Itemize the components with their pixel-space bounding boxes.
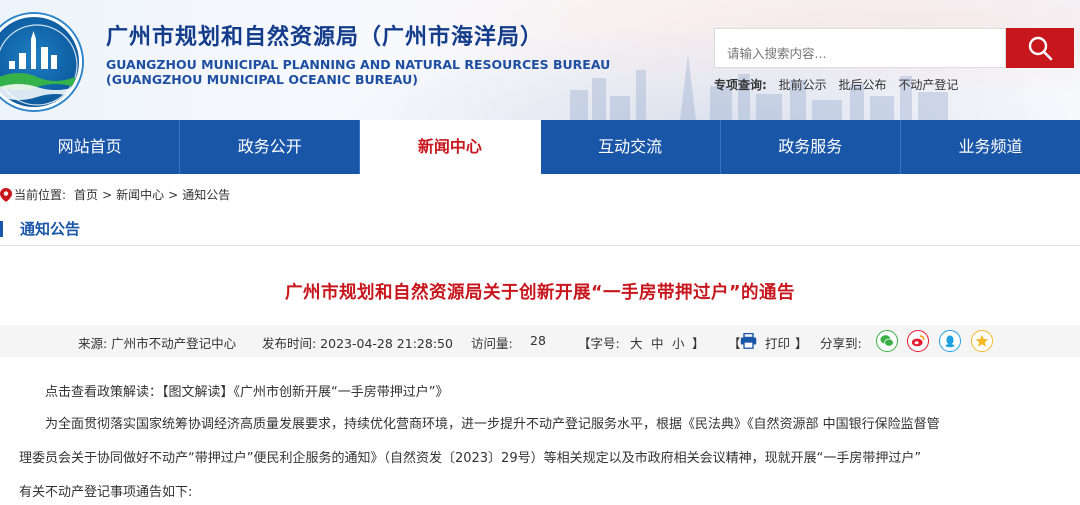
- nav-item-government-services[interactable]: 政务服务: [721, 120, 901, 174]
- article-meta-bar: 来源: 广州市不动产登记中心 发布时间: 2023-04-28 21:28:50…: [0, 325, 1080, 357]
- site-title-en: GUANGZHOU MUNICIPAL PLANNING AND NATURAL…: [106, 57, 610, 87]
- share-weibo-button[interactable]: [907, 330, 929, 352]
- section-title: 通知公告: [20, 220, 81, 238]
- special-query-label: 专项查询:: [714, 78, 767, 92]
- font-size-bracket-close: 】: [692, 336, 705, 351]
- printer-icon[interactable]: [740, 333, 757, 349]
- article-views-label: 访问量:: [471, 336, 513, 351]
- font-size-label: 【字号:: [578, 336, 620, 351]
- site-header: 广州市规划和自然资源局（广州市海洋局） GUANGZHOU MUNICIPAL …: [0, 0, 1080, 120]
- nav-item-business-channel[interactable]: 业务频道: [901, 120, 1080, 174]
- print-bracket-open: 【: [728, 336, 741, 351]
- font-size-small[interactable]: 小: [672, 333, 685, 352]
- search-icon: [1028, 36, 1053, 61]
- breadcrumb-label: 当前位置:: [14, 188, 67, 202]
- section-marker: [0, 221, 3, 237]
- share-qzone-button[interactable]: [971, 330, 993, 352]
- breadcrumb-home[interactable]: 首页: [74, 186, 98, 203]
- special-link-pre-approval[interactable]: 批前公示: [779, 78, 827, 92]
- article-publish-time: 发布时间: 2023-04-28 21:28:50: [262, 336, 453, 351]
- site-title-en-line2: (GUANGZHOU MUNICIPAL OCEANIC BUREAU): [106, 72, 418, 87]
- wechat-icon: [880, 335, 894, 347]
- breadcrumb-separator: >: [168, 187, 179, 202]
- site-title-en-line1: GUANGZHOU MUNICIPAL PLANNING AND NATURAL…: [106, 57, 611, 72]
- font-size-large[interactable]: 大: [630, 333, 643, 352]
- breadcrumb-separator: >: [102, 187, 113, 202]
- nav-item-home[interactable]: 网站首页: [0, 120, 181, 174]
- breadcrumb-notices[interactable]: 通知公告: [182, 186, 230, 203]
- font-size-medium[interactable]: 中: [651, 333, 664, 352]
- share-label: 分享到:: [820, 336, 862, 351]
- print-button[interactable]: 打印: [765, 333, 790, 352]
- article-title: 广州市规划和自然资源局关于创新开展“一手房带押过户”的通告: [284, 283, 795, 303]
- article-source: 来源: 广州市不动产登记中心: [78, 336, 237, 351]
- special-link-real-estate[interactable]: 不动产登记: [898, 78, 958, 92]
- print-bracket-close: 】: [795, 336, 808, 351]
- bureau-logo[interactable]: [0, 14, 82, 110]
- nav-item-interaction[interactable]: 互动交流: [541, 120, 721, 174]
- search-input[interactable]: [714, 28, 1006, 68]
- share-wechat-button[interactable]: [876, 330, 898, 352]
- special-link-post-approval[interactable]: 批后公布: [838, 78, 886, 92]
- article-paragraph: 为全面贯彻落实国家统筹协调经济高质量发展要求，持续优化营商环境，进一步提升不动产…: [45, 417, 940, 432]
- article-paragraph: 有关不动产登记事项通告如下:: [19, 485, 193, 500]
- share-qq-button[interactable]: [939, 330, 961, 352]
- search-button[interactable]: [1006, 28, 1074, 68]
- section-header: 通知公告: [0, 212, 1080, 246]
- article-paragraph-policy-link[interactable]: 点击查看政策解读：【图文解读】《广州市创新开展“一手房带押过户”》: [45, 386, 1080, 399]
- article-paragraph: 理委员会关于协同做好不动产“带押过户”便民利企服务的通知》（自然资发〔2023〕…: [19, 451, 922, 466]
- special-query: 专项查询: 批前公示 批后公布 不动产登记: [714, 76, 966, 93]
- location-pin-icon: [0, 187, 12, 202]
- site-title-cn: 广州市规划和自然资源局（广州市海洋局）: [106, 25, 544, 50]
- article-views-count: 28: [530, 333, 546, 348]
- weibo-icon: [911, 335, 925, 347]
- qzone-star-icon: [975, 334, 989, 347]
- main-nav: 网站首页 政务公开 新闻中心 互动交流 政务服务 业务频道: [0, 120, 1080, 174]
- bureau-emblem-icon: [0, 24, 78, 106]
- breadcrumb: 当前位置: 首页 > 新闻中心 > 通知公告: [0, 186, 230, 203]
- nav-item-government-affairs[interactable]: 政务公开: [180, 120, 361, 174]
- breadcrumb-news-center[interactable]: 新闻中心: [116, 186, 164, 203]
- qq-icon: [945, 335, 955, 348]
- nav-item-news-center[interactable]: 新闻中心: [360, 120, 541, 174]
